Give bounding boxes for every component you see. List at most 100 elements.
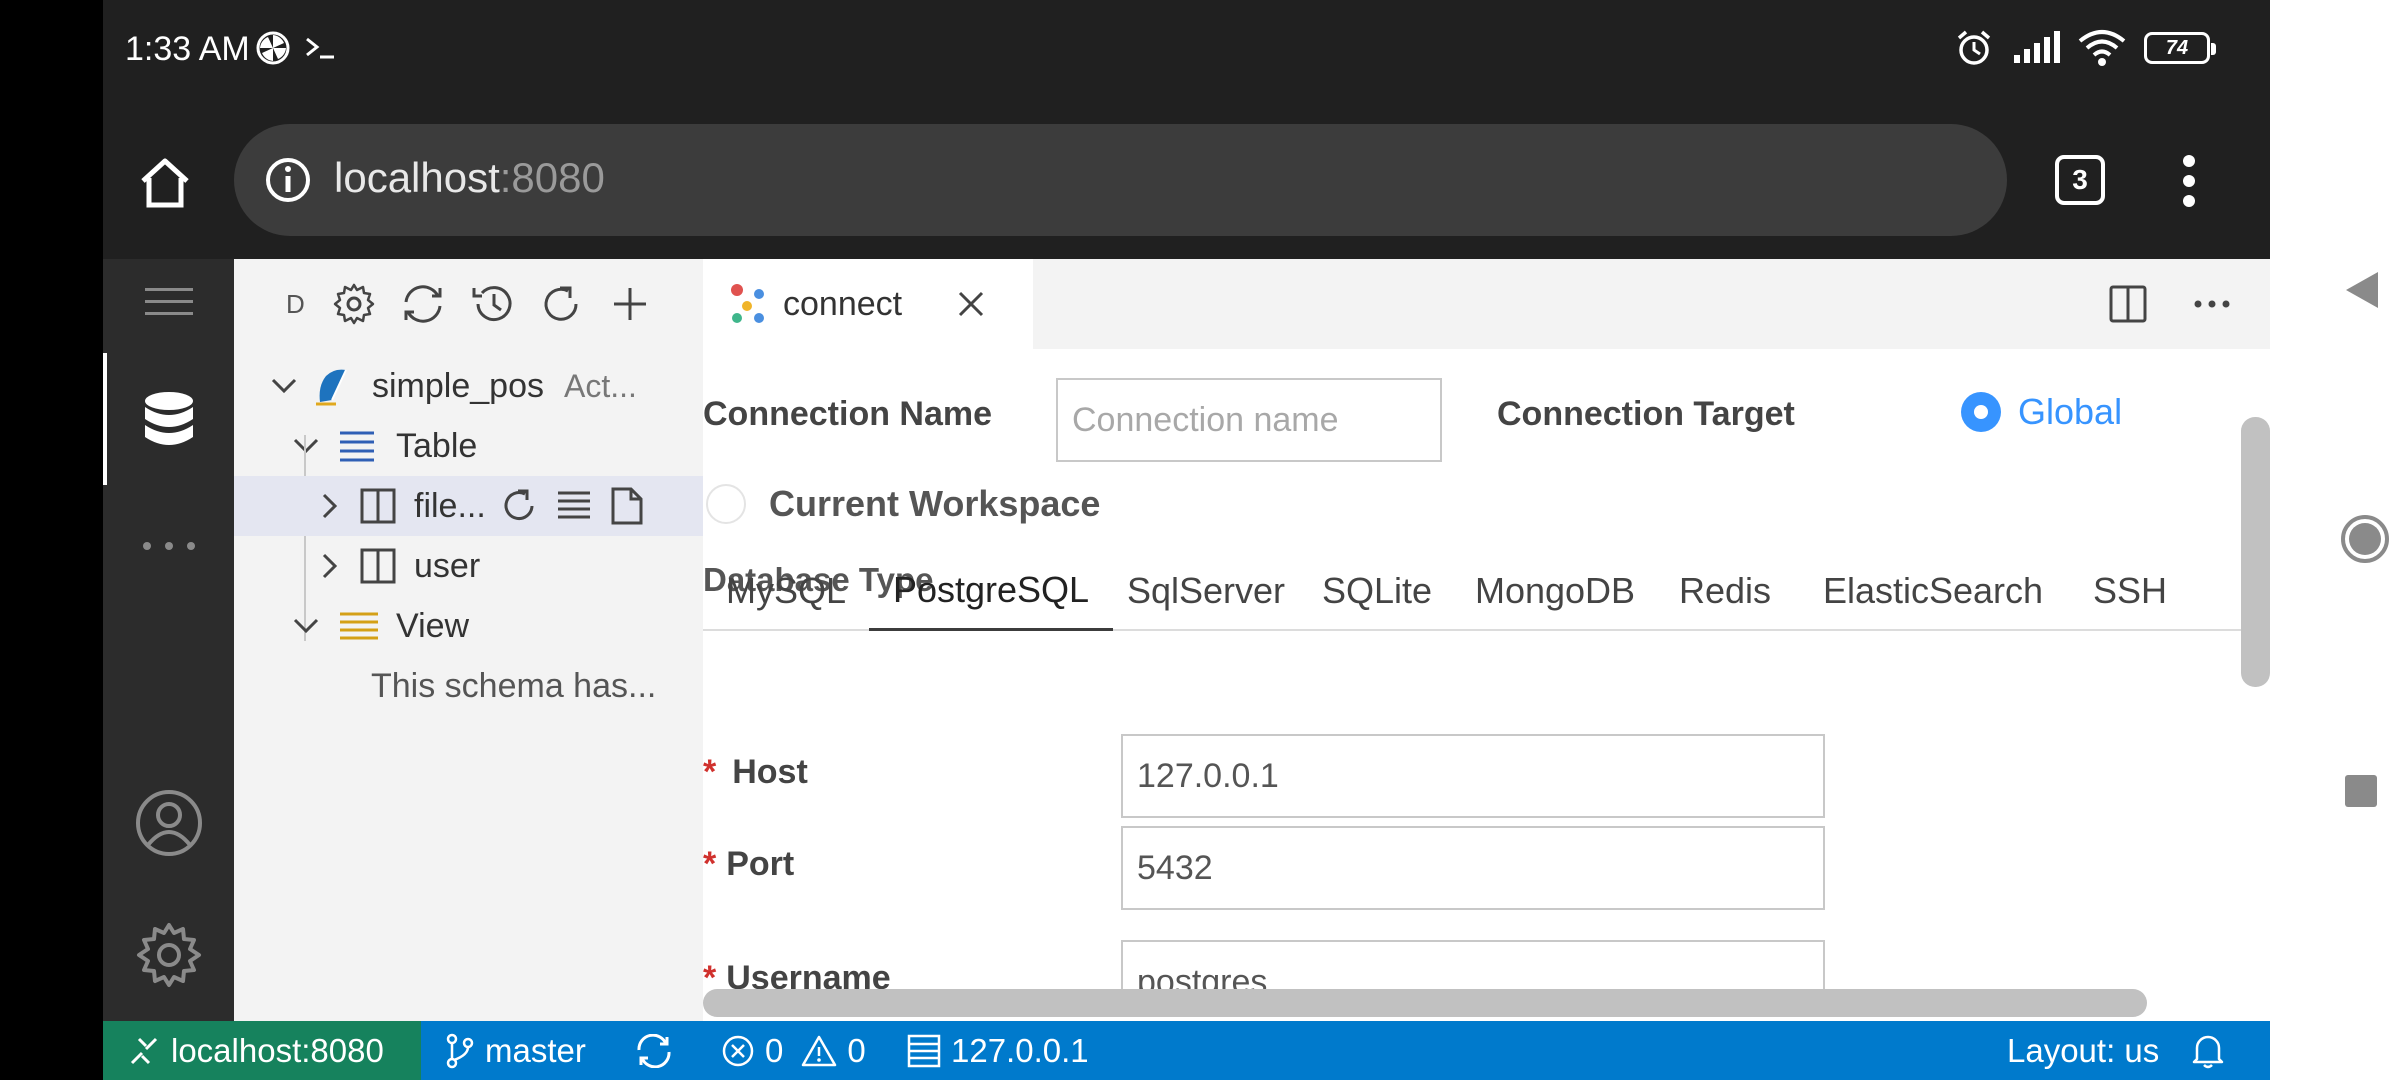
git-branch-icon xyxy=(446,1033,474,1068)
db-type-ssh[interactable]: SSH xyxy=(2071,551,2189,631)
refresh-icon[interactable] xyxy=(540,282,584,326)
signal-icon xyxy=(2012,31,2060,65)
account-button[interactable] xyxy=(103,789,234,857)
notifications-button[interactable] xyxy=(2191,1021,2225,1080)
chevron-down-icon xyxy=(293,618,319,634)
terminal-icon xyxy=(304,33,338,63)
gear-icon[interactable] xyxy=(332,282,376,326)
tree-item-view-group[interactable]: View xyxy=(234,596,703,656)
keyboard-layout-label: Layout: us xyxy=(2007,1031,2160,1069)
back-icon xyxy=(2346,272,2378,308)
target-workspace-label[interactable]: Current Workspace xyxy=(769,483,1100,525)
empty-schema-message: This schema has... xyxy=(371,666,657,705)
server-indicator[interactable]: 127.0.0.1 xyxy=(907,1021,1089,1080)
browser-menu-button[interactable] xyxy=(2179,153,2199,209)
activity-bar xyxy=(103,259,234,1021)
host-value: 127.0.0.1 xyxy=(1137,756,1279,795)
connection-name-input[interactable]: Connection name xyxy=(1056,378,1442,462)
postgres-elephant-icon xyxy=(316,369,347,406)
remote-icon xyxy=(130,1037,158,1064)
file-icon[interactable] xyxy=(610,487,644,525)
db-type-sqlite[interactable]: SQLite xyxy=(1299,551,1455,631)
add-connection-icon[interactable] xyxy=(608,282,652,326)
target-global-label[interactable]: Global xyxy=(2018,391,2122,433)
radio-global[interactable] xyxy=(1961,392,2001,432)
list-icon[interactable] xyxy=(556,489,592,523)
connection-target-label: Connection Target xyxy=(1497,395,1795,433)
chevron-right-icon xyxy=(322,493,338,519)
menu-button[interactable] xyxy=(103,287,234,317)
db-type-sqlserver[interactable]: SqlServer xyxy=(1113,551,1299,631)
database-explorer-button[interactable] xyxy=(103,391,234,447)
chevron-right-icon xyxy=(322,553,338,579)
address-bar[interactable]: localhost:8080 xyxy=(234,124,2007,236)
vertical-scrollbar[interactable] xyxy=(2241,417,2270,687)
recents-button[interactable] xyxy=(2343,773,2379,809)
sync-icon[interactable] xyxy=(400,282,446,326)
history-icon[interactable] xyxy=(470,282,516,326)
sync-button[interactable] xyxy=(635,1021,673,1080)
close-icon[interactable] xyxy=(956,289,986,319)
table-list-icon xyxy=(340,431,374,462)
radio-current-workspace[interactable] xyxy=(706,484,746,524)
port-input[interactable]: 5432 xyxy=(1121,826,1825,910)
remote-indicator[interactable]: localhost:8080 xyxy=(103,1021,421,1080)
horizontal-scrollbar[interactable] xyxy=(703,989,2147,1017)
error-icon xyxy=(722,1035,754,1066)
bell-icon xyxy=(2192,1035,2224,1068)
more-views-button[interactable] xyxy=(103,541,234,551)
refresh-icon[interactable] xyxy=(500,487,538,525)
connect-logo-icon xyxy=(731,284,764,323)
keyboard-layout[interactable]: Layout: us xyxy=(2007,1021,2159,1080)
connection-name-label: Connection Name xyxy=(703,395,993,433)
view-icon xyxy=(340,612,378,640)
username-label-text: Username xyxy=(726,959,891,989)
android-navigation-bar xyxy=(2270,0,2400,1080)
vscode-status-bar: localhost:8080 master 0 0 127.0.0.1 Layo… xyxy=(103,1021,2270,1080)
device-left-bezel xyxy=(0,0,103,1080)
problems-indicator[interactable]: 0 0 xyxy=(721,1021,866,1080)
url-text[interactable]: localhost:8080 xyxy=(334,154,605,202)
explorer-title-initial: D xyxy=(286,288,305,319)
browser-toolbar: localhost:8080 3 xyxy=(103,103,2270,259)
branch-name: master xyxy=(485,1031,586,1069)
required-mark: * xyxy=(703,959,717,989)
db-type-redis[interactable]: Redis xyxy=(1655,551,1795,631)
split-editor-icon[interactable] xyxy=(2108,284,2148,324)
table-name: file... xyxy=(414,486,486,525)
required-mark: * xyxy=(703,845,717,883)
db-type-elasticsearch[interactable]: ElasticSearch xyxy=(1795,551,2071,631)
username-input[interactable]: postgres xyxy=(1121,940,1825,989)
tree-item-table-file[interactable]: file... xyxy=(234,476,703,536)
db-type-postgresql[interactable]: PostgreSQL xyxy=(869,551,1113,631)
tree-item-connection[interactable]: simple_pos Act... xyxy=(234,356,703,416)
settings-button[interactable] xyxy=(103,921,234,989)
home-nav-button[interactable] xyxy=(2340,514,2390,564)
table-name: user xyxy=(414,546,481,585)
tab-switcher-button[interactable]: 3 xyxy=(2055,155,2105,205)
vscode-window: D simple_pos Act... Table file... user V… xyxy=(103,259,2270,1021)
database-type-tabs: MySQL PostgreSQL SqlServer SQLite MongoD… xyxy=(703,551,2243,631)
git-branch[interactable]: master xyxy=(445,1021,586,1080)
more-actions-icon[interactable] xyxy=(2194,299,2230,309)
db-type-mongodb[interactable]: MongoDB xyxy=(1455,551,1655,631)
tab-connect[interactable]: connect xyxy=(703,259,1033,349)
warning-count: 0 xyxy=(847,1031,866,1069)
host-input[interactable]: 127.0.0.1 xyxy=(1121,734,1825,818)
view-group-label: View xyxy=(396,606,470,645)
table-icon xyxy=(360,488,396,524)
tree-item-view-empty: This schema has... xyxy=(234,656,703,716)
editor-area: connect Connection Name Connection name … xyxy=(703,259,2270,1021)
settings-icon xyxy=(136,923,201,987)
url-host: localhost xyxy=(334,154,500,201)
tab-label: connect xyxy=(783,284,903,323)
more-vertical-icon xyxy=(2183,155,2195,207)
back-button[interactable] xyxy=(2342,268,2382,312)
db-type-mysql[interactable]: MySQL xyxy=(703,551,869,631)
url-port: :8080 xyxy=(499,154,605,201)
tree-item-table-user[interactable]: user xyxy=(234,536,703,596)
home-button[interactable] xyxy=(133,151,197,215)
database-explorer-sidebar: D simple_pos Act... Table file... user V… xyxy=(234,259,703,1021)
table-icon xyxy=(360,548,396,584)
site-info-icon[interactable] xyxy=(264,156,312,204)
